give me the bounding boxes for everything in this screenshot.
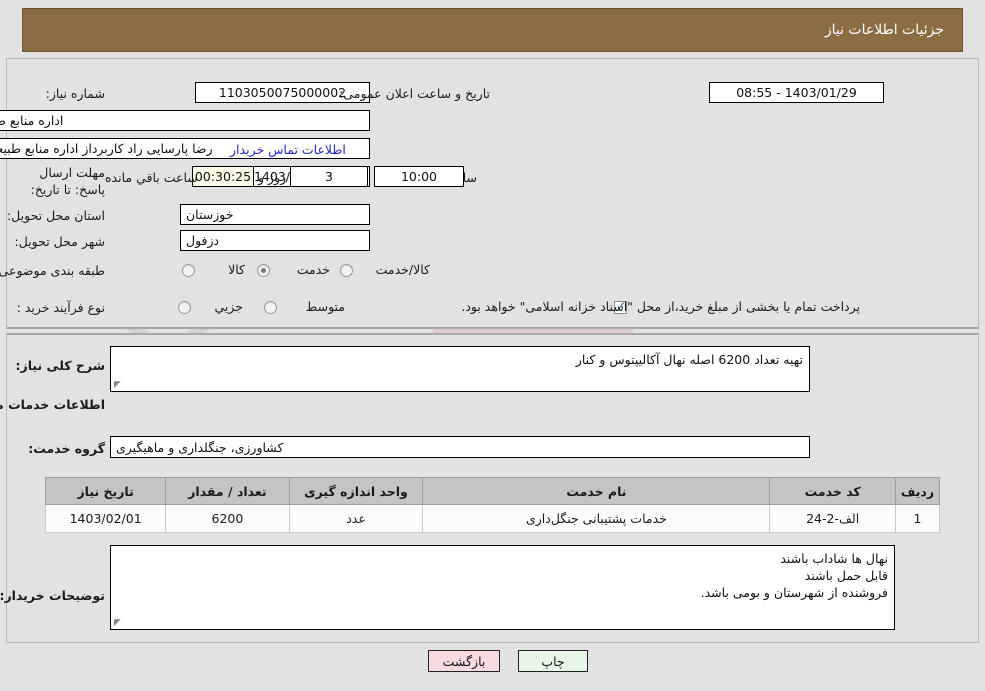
days-remaining-value: 3: [290, 166, 368, 187]
countdown-value: 00:30:25: [192, 166, 254, 187]
process-radio-motevaset[interactable]: [264, 301, 277, 314]
th-quantity: تعداد / مقدار: [165, 477, 290, 505]
th-code: کد خدمت: [769, 477, 896, 505]
process-radio-jozei[interactable]: [178, 301, 191, 314]
service-items-table: ردیف کد خدمت نام خدمت واحد اندازه گیری ت…: [44, 477, 941, 533]
category-label-kala-khedmat: کالا/خدمت: [375, 262, 430, 277]
buyer-note-line-2: قابل حمل باشند: [804, 568, 888, 583]
province-label: استان محل تحویل:: [6, 208, 105, 223]
category-label: طبقه بندی موضوعی:: [0, 263, 105, 278]
city-label: شهر محل تحویل:: [14, 234, 105, 249]
buyer-notes-label: توضیحات خریدار:: [0, 588, 105, 603]
cell-date: 1403/02/01: [44, 504, 167, 533]
resize-grip-icon[interactable]: [114, 617, 124, 627]
table-header-row: ردیف کد خدمت نام خدمت واحد اندازه گیری ت…: [44, 477, 941, 505]
city-value: دزفول: [180, 230, 370, 251]
category-radio-khedmat[interactable]: [257, 264, 270, 277]
province-value: خوزستان: [180, 204, 370, 225]
need-number-label: شماره نیاز:: [45, 86, 105, 101]
buyer-org-value: اداره منابع طبیعی و ابخیزداری شهرستان دز…: [0, 110, 370, 131]
summary-textarea[interactable]: تهیه تعداد 6200 اصله نهال آکالیپتوس و کن…: [110, 346, 810, 392]
th-row: ردیف: [894, 477, 941, 505]
section-title: اطلاعات خدمات مورد نیاز: [0, 397, 105, 412]
category-radio-kala[interactable]: [182, 264, 195, 277]
th-name: نام خدمت: [422, 477, 771, 505]
category-label-khedmat: خدمت: [296, 262, 330, 277]
print-button[interactable]: چاپ: [518, 650, 588, 672]
process-type-label: نوع فرآیند خرید :: [16, 300, 105, 315]
deadline-time: 10:00: [374, 166, 464, 187]
process-label-motevaset: متوسط: [305, 299, 345, 314]
buyer-notes-textarea[interactable]: نهال ها شاداب باشند قابل حمل باشند فروشن…: [110, 545, 895, 630]
summary-label: شرح کلی نیاز:: [15, 358, 105, 373]
announce-datetime-label: تاریخ و ساعت اعلان عمومی:: [339, 86, 490, 101]
category-radio-kala-khedmat[interactable]: [340, 264, 353, 277]
back-button[interactable]: بازگشت: [428, 650, 500, 672]
buyer-note-line-3: فروشنده از شهرستان و بومی باشد.: [700, 585, 888, 600]
summary-value: تهیه تعداد 6200 اصله نهال آکالیپتوس و کن…: [575, 352, 803, 367]
cell-row: 1: [894, 504, 941, 533]
service-group-label: گروه خدمت:: [28, 441, 105, 456]
cell-name: خدمات پشتیبانی جنگل‌داری: [422, 504, 771, 533]
page-title: جزئیات اطلاعات نیاز: [824, 22, 944, 38]
resize-grip-icon[interactable]: [114, 379, 124, 389]
table-row: 1 الف-2-24 خدمات پشتیبانی جنگل‌داری عدد …: [44, 504, 941, 533]
th-date: تاریخ نیاز: [44, 477, 167, 505]
deadline-label: مهلت ارسال پاسخ: تا تاریخ:: [30, 165, 105, 197]
days-label: روز و: [258, 170, 287, 185]
process-label-jozei: جزیي: [214, 299, 243, 314]
page-header: جزئیات اطلاعات نیاز: [22, 8, 963, 52]
cell-unit: عدد: [288, 504, 424, 533]
th-unit: واحد اندازه گیری: [288, 477, 424, 505]
countdown-label: ساعت باقي مانده: [105, 170, 198, 185]
cell-quantity: 6200: [165, 504, 290, 533]
service-group-value: کشاورزی، جنگلداری و ماهیگیری: [110, 436, 810, 458]
treasury-bonds-text: پرداخت تمام یا بخشی از مبلغ خرید،از محل …: [461, 299, 860, 314]
cell-code: الف-2-24: [769, 504, 896, 533]
category-label-kala: کالا: [228, 262, 245, 277]
announce-datetime-value: 1403/01/29 - 08:55: [709, 82, 884, 103]
buyer-contact-link[interactable]: اطلاعات تماس خریدار: [230, 142, 346, 157]
buyer-note-line-1: نهال ها شاداب باشند: [780, 551, 888, 566]
